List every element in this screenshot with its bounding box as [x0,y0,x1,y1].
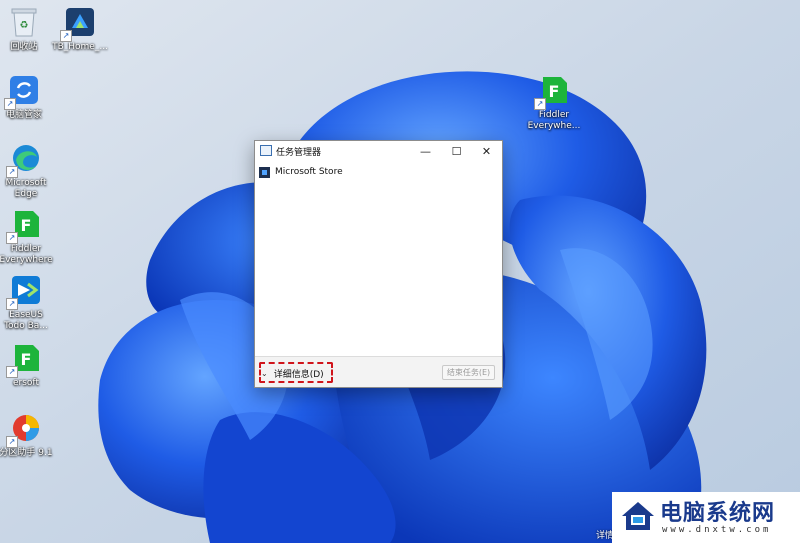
footer-bar: ⌄ 详细信息(D) 结束任务(E) [255,356,502,387]
desktop-icon-easeus[interactable]: ↗ EaseUS Todo Ba... [0,272,58,332]
icon-label: Fiddler Everywhere [0,244,53,265]
desktop-icon-partition-assistant[interactable]: ↗ 分区助手 9.1 [0,410,58,459]
icon-label: 分区助手 9.1 [0,448,53,458]
green-f-icon: F ↗ [6,340,44,378]
partition-assistant-icon: ↗ [6,410,44,448]
svg-text:♻: ♻ [20,20,29,31]
microsoft-store-icon [259,166,270,178]
watermark: 电脑系统网 www.dnxtw.com [612,492,800,543]
sync-app-icon: ↗ [4,72,42,110]
more-details-button[interactable]: ⌄ 详细信息(D) [261,366,324,380]
task-manager-icon [260,145,272,156]
svg-text:F: F [549,82,560,101]
desktop-icon-fiddler-right[interactable]: F ↗ Fiddler Everywhe... [522,72,586,132]
desktop-icon-fiddler[interactable]: F ↗ Fiddler Everywhere [0,206,58,266]
svg-text:F: F [21,350,32,369]
icon-label: ersoft [13,378,39,388]
shortcut-arrow-icon: ↗ [6,298,18,310]
shortcut-arrow-icon: ↗ [4,98,16,110]
fiddler-icon: F ↗ [534,72,572,110]
svg-text:F: F [21,216,32,235]
tb-home-icon: ↗ [60,4,98,42]
shortcut-arrow-icon: ↗ [534,98,546,110]
icon-label: TB_Home_... [52,42,108,52]
icon-label: Fiddler Everywhe... [527,110,581,131]
watermark-title: 电脑系统网 [660,500,776,526]
chevron-down-icon: ⌄ [261,368,268,378]
edge-icon: ↗ [6,140,44,178]
process-name: Microsoft Store [275,167,343,177]
icon-label: Microsoft Edge [5,178,47,199]
house-logo-icon [622,502,654,530]
shortcut-arrow-icon: ↗ [60,30,72,42]
close-button[interactable]: ✕ [471,141,502,161]
desktop-icon-green-f[interactable]: F ↗ ersoft [0,340,58,389]
icon-label: EaseUS Todo Ba... [4,310,48,331]
shortcut-arrow-icon: ↗ [6,366,18,378]
desktop-icon-sync-app[interactable]: ↗ 电脑管家 [0,72,56,121]
title-bar[interactable]: 任务管理器 — ☐ ✕ [255,141,502,161]
desktop-icon-tb-home[interactable]: ↗ TB_Home_... [48,4,112,53]
task-manager-window[interactable]: 任务管理器 — ☐ ✕ Microsoft Store ⌄ 详细信息(D) 结束… [254,140,503,388]
recycle-bin-icon: ♻ [6,4,42,40]
icon-label: 电脑管家 [5,110,42,120]
window-title: 任务管理器 [276,148,322,158]
icon-label: 回收站 [10,42,38,52]
easeus-icon: ↗ [6,272,44,310]
maximize-button[interactable]: ☐ [441,141,472,161]
process-list: Microsoft Store [255,161,502,356]
more-details-label: 详细信息(D) [273,369,324,380]
fiddler-icon: F ↗ [6,206,44,244]
end-task-button[interactable]: 结束任务(E) [442,365,495,380]
desktop: ♻ 回收站 ↗ TB_Home_... ↗ 电脑管家 ↗ Microsoft E… [0,0,800,543]
list-item[interactable]: Microsoft Store [259,164,343,180]
shortcut-arrow-icon: ↗ [6,166,18,178]
desktop-icon-edge[interactable]: ↗ Microsoft Edge [0,140,58,200]
minimize-button[interactable]: — [410,141,441,161]
watermark-url: www.dnxtw.com [662,525,772,535]
shortcut-arrow-icon: ↗ [6,436,18,448]
shortcut-arrow-icon: ↗ [6,232,18,244]
